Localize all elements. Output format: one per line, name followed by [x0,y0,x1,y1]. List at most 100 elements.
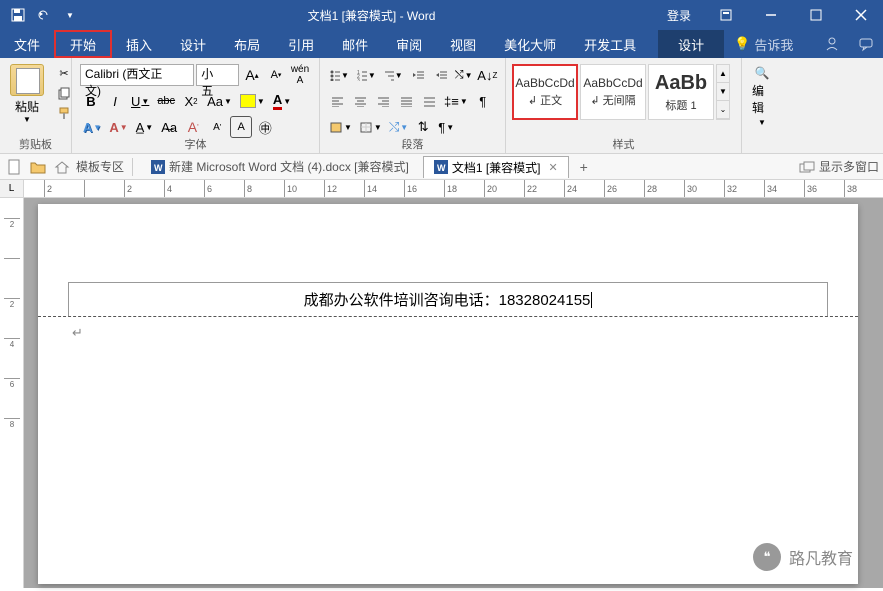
save-icon[interactable] [8,5,28,25]
tab-devtools[interactable]: 开发工具 [570,30,650,58]
tab-table-design[interactable]: 设计 [658,30,724,58]
line-spacing-button[interactable]: ‡≡▼ [441,90,471,112]
ruler-corner[interactable]: L [0,180,24,197]
font-color-button[interactable]: A▼ [270,90,294,112]
decrease-indent-button[interactable] [407,64,429,86]
cut-icon[interactable]: ✂ [54,64,74,82]
underline-button[interactable]: U▼ [128,90,152,112]
tab-close-icon[interactable]: ✕ [549,161,558,174]
styles-scroll: ▲ ▼ ⌄ [716,64,730,120]
align-right-button[interactable] [372,90,394,112]
qat-dropdown-icon[interactable]: ▼ [60,5,80,25]
ruler-track: 2246810121416182022242628303234363840424… [24,180,883,197]
tell-me-label: 告诉我 [754,35,793,54]
edit-label: 编辑 [752,82,772,116]
minimize-icon[interactable] [748,0,793,30]
group-clipboard: 粘贴 ▼ ✂ 剪贴板 [0,58,72,153]
chevron-down-icon: ▼ [758,118,766,127]
shrink-font-icon[interactable]: A▾ [265,64,287,86]
text-direction-button[interactable]: ⤭▼ [453,64,475,86]
ribbon-options-icon[interactable] [703,0,748,30]
tab-insert[interactable]: 插入 [112,30,166,58]
numbering-button[interactable]: 123▼ [353,64,379,86]
header-textbox[interactable]: 成都办公软件培训咨询电话：18328024155 [68,282,828,316]
sort-button[interactable]: A↓Z [476,64,499,86]
open-folder-icon[interactable] [28,157,48,177]
copy-icon[interactable] [54,84,74,102]
vertical-ruler[interactable]: 22468 [0,198,24,588]
ribbon-tabs: 文件 开始 插入 设计 布局 引用 邮件 审阅 视图 美化大师 开发工具 设计 … [0,30,883,58]
phonetic-icon[interactable]: wénA [289,64,311,86]
comments-icon[interactable] [849,30,883,58]
doc-tab-1[interactable]: W 新建 Microsoft Word 文档 (4).docx [兼容模式] [141,156,419,178]
paragraph-mark: ↵ [72,325,828,341]
font-label: 字体 [72,134,319,153]
style-name: ↲ 无间隔 [590,92,635,108]
bullets-button[interactable]: ▼ [326,64,352,86]
style-heading1[interactable]: AaBb 标题 1 [648,64,714,120]
highlight-button[interactable]: ▼ [237,90,268,112]
styles-up-icon[interactable]: ▲ [717,65,729,83]
new-tab-button[interactable]: + [573,159,595,175]
page[interactable]: 成都办公软件培训咨询电话：18328024155 ↵ [38,204,858,584]
show-marks-button[interactable]: ¶ [472,90,494,112]
style-nospacing[interactable]: AaBbCcDd ↲ 无间隔 [580,64,646,120]
style-name: ↲ 正文 [528,92,562,108]
word-icon: W [151,160,165,174]
home-icon[interactable] [52,157,72,177]
svg-text:W: W [437,163,446,173]
new-doc-icon[interactable] [4,157,24,177]
group-font: Calibri (西文正文) 小五 A▴ A▾ wénA B I U▼ abc … [72,58,320,153]
text-cursor [591,292,592,308]
tab-layout[interactable]: 布局 [220,30,274,58]
tab-mail[interactable]: 邮件 [328,30,382,58]
format-painter-icon[interactable] [54,104,74,122]
style-preview: AaBbCcDd [515,76,574,90]
strike-button[interactable]: abc [154,90,178,112]
tab-references[interactable]: 引用 [274,30,328,58]
horizontal-ruler[interactable]: L 22468101214161820222426283032343638404… [0,180,883,198]
font-name-select[interactable]: Calibri (西文正文) [80,64,194,86]
multilevel-button[interactable]: ▼ [380,64,406,86]
watermark-text: 路凡教育 [789,545,853,569]
distribute-button[interactable] [418,90,440,112]
share-icon[interactable] [815,30,849,58]
italic-button[interactable]: I [104,90,126,112]
tab-home[interactable]: 开始 [54,30,112,58]
align-left-button[interactable] [326,90,348,112]
maximize-icon[interactable] [793,0,838,30]
tab-beautify[interactable]: 美化大师 [490,30,570,58]
paragraph-label: 段落 [320,134,505,153]
find-button[interactable]: 🔍 编辑 ▼ [752,66,772,127]
tell-me[interactable]: 💡 告诉我 [724,30,803,58]
doc-tab-2[interactable]: W 文档1 [兼容模式] ✕ [423,156,569,178]
template-label[interactable]: 模板专区 [76,158,124,175]
tab-file[interactable]: 文件 [0,30,54,58]
tab-view[interactable]: 视图 [436,30,490,58]
svg-text:3: 3 [357,78,360,81]
align-justify-button[interactable] [395,90,417,112]
tab-review[interactable]: 审阅 [382,30,436,58]
tab-design[interactable]: 设计 [166,30,220,58]
editor-area: 22468 成都办公软件培训咨询电话：18328024155 ↵ [0,198,883,588]
login-button[interactable]: 登录 [655,0,703,30]
style-normal[interactable]: AaBbCcDd ↲ 正文 [512,64,578,120]
close-icon[interactable] [838,0,883,30]
styles-down-icon[interactable]: ▼ [717,83,729,101]
doc-tab-label: 文档1 [兼容模式] [452,159,541,176]
style-name: 标题 1 [665,97,696,113]
multiwindow-label[interactable]: 显示多窗口 [819,158,879,175]
undo-icon[interactable] [34,5,54,25]
grow-font-icon[interactable]: A▴ [241,64,263,86]
group-paragraph: ▼ 123▼ ▼ ⤭▼ A↓Z ‡≡▼ ¶ ▼ ▼ ⤭▼ [320,58,506,153]
group-edit: 🔍 编辑 ▼ [742,58,782,153]
align-center-button[interactable] [349,90,371,112]
subscript-button[interactable]: X2 [180,90,202,112]
font-size-select[interactable]: 小五 [196,64,239,86]
multiwindow-icon [799,161,815,173]
window-title: 文档1 [兼容模式] - Word [88,7,655,24]
watermark: ❝ 路凡教育 [753,543,853,571]
header-text: 成都办公软件培训咨询电话：18328024155 [304,289,591,310]
styles-expand-icon[interactable]: ⌄ [717,101,729,119]
increase-indent-button[interactable] [430,64,452,86]
